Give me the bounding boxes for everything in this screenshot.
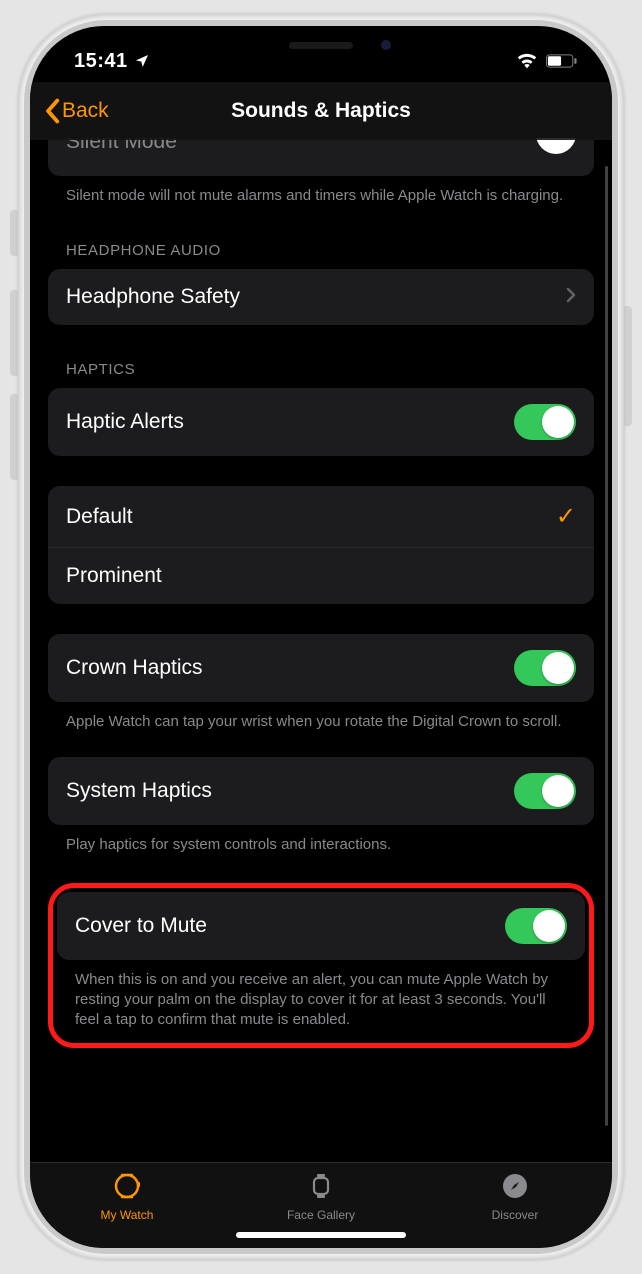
nav-bar: Back Sounds & Haptics [30, 82, 612, 140]
home-indicator[interactable] [236, 1232, 406, 1238]
cover-to-mute-footer: When this is on and you receive an alert… [57, 960, 585, 1039]
cover-to-mute-label: Cover to Mute [75, 914, 207, 938]
silent-mode-label: Silent Mode [66, 138, 177, 154]
haptic-prominent-row[interactable]: Prominent [48, 547, 594, 604]
tab-discover-label: Discover [492, 1208, 539, 1222]
location-icon [134, 53, 150, 69]
wifi-icon [516, 53, 538, 69]
haptic-default-row[interactable]: Default ✓ [48, 486, 594, 547]
scroll-indicator [605, 166, 608, 1126]
back-button[interactable]: Back [44, 98, 109, 124]
system-haptics-label: System Haptics [66, 779, 212, 803]
face-gallery-icon [306, 1171, 336, 1204]
content-scroll[interactable]: Silent Mode Silent mode will not mute al… [30, 138, 612, 1162]
page-title: Sounds & Haptics [231, 99, 411, 123]
crown-haptics-footer: Apple Watch can tap your wrist when you … [48, 702, 594, 732]
crown-haptics-row[interactable]: Crown Haptics [48, 634, 594, 702]
cover-to-mute-toggle[interactable] [505, 908, 567, 944]
headphone-safety-row[interactable]: Headphone Safety [48, 269, 594, 325]
haptic-default-label: Default [66, 505, 133, 529]
tab-face-gallery[interactable]: Face Gallery [225, 1171, 417, 1222]
watch-icon [112, 1171, 142, 1204]
silent-mode-toggle[interactable] [536, 138, 576, 154]
cover-to-mute-row[interactable]: Cover to Mute [57, 892, 585, 960]
highlight-annotation: Cover to Mute When this is on and you re… [48, 883, 594, 1048]
haptic-alerts-toggle[interactable] [514, 404, 576, 440]
chevron-right-icon [566, 285, 576, 309]
crown-haptics-label: Crown Haptics [66, 656, 203, 680]
checkmark-icon: ✓ [556, 502, 576, 531]
system-haptics-toggle[interactable] [514, 773, 576, 809]
compass-icon [500, 1171, 530, 1204]
tab-my-watch-label: My Watch [101, 1208, 154, 1222]
silent-mode-footer: Silent mode will not mute alarms and tim… [48, 176, 594, 206]
device-frame: 15:41 Back [18, 14, 624, 1260]
haptic-alerts-row[interactable]: Haptic Alerts [48, 388, 594, 456]
notch [181, 26, 461, 64]
haptic-prominent-label: Prominent [66, 564, 162, 588]
screen: 15:41 Back [30, 26, 612, 1248]
back-label: Back [62, 99, 109, 123]
haptic-alerts-label: Haptic Alerts [66, 410, 184, 434]
status-time: 15:41 [74, 50, 128, 73]
headphone-safety-label: Headphone Safety [66, 285, 240, 309]
tab-face-gallery-label: Face Gallery [287, 1208, 355, 1222]
section-haptics: HAPTICS [48, 325, 594, 388]
tab-discover[interactable]: Discover [419, 1171, 611, 1222]
silent-mode-row[interactable]: Silent Mode [48, 138, 594, 176]
section-headphone-audio: HEADPHONE AUDIO [48, 206, 594, 269]
system-haptics-row[interactable]: System Haptics [48, 757, 594, 825]
system-haptics-footer: Play haptics for system controls and int… [48, 825, 594, 855]
crown-haptics-toggle[interactable] [514, 650, 576, 686]
tab-my-watch[interactable]: My Watch [31, 1171, 223, 1222]
battery-icon [546, 54, 578, 68]
